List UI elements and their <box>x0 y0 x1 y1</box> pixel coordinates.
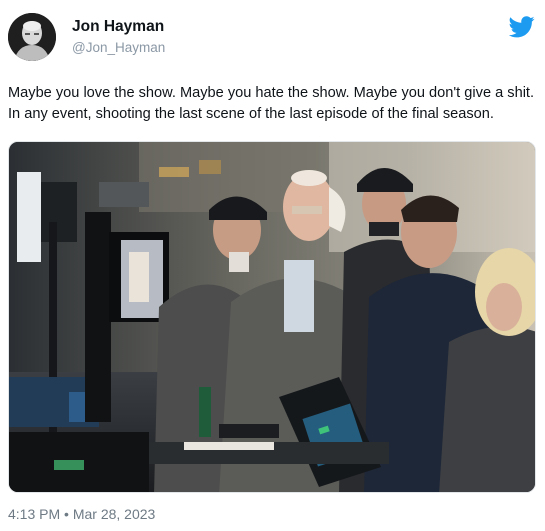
set-photo <box>9 142 535 492</box>
tweet-header: Jon Hayman @Jon_Hayman <box>8 13 537 65</box>
user-handle[interactable]: @Jon_Hayman <box>72 38 165 58</box>
tweet-photo[interactable] <box>8 141 536 493</box>
tweet-text: Maybe you love the show. Maybe you hate … <box>8 85 535 122</box>
twitter-bird-icon[interactable] <box>509 16 535 38</box>
display-name[interactable]: Jon Hayman <box>72 17 165 37</box>
avatar-image <box>8 13 56 61</box>
avatar[interactable] <box>8 13 56 61</box>
tweet-timestamp[interactable]: 4:13 PM • Mar 28, 2023 <box>8 505 155 523</box>
author-block: Jon Hayman @Jon_Hayman <box>72 17 165 58</box>
